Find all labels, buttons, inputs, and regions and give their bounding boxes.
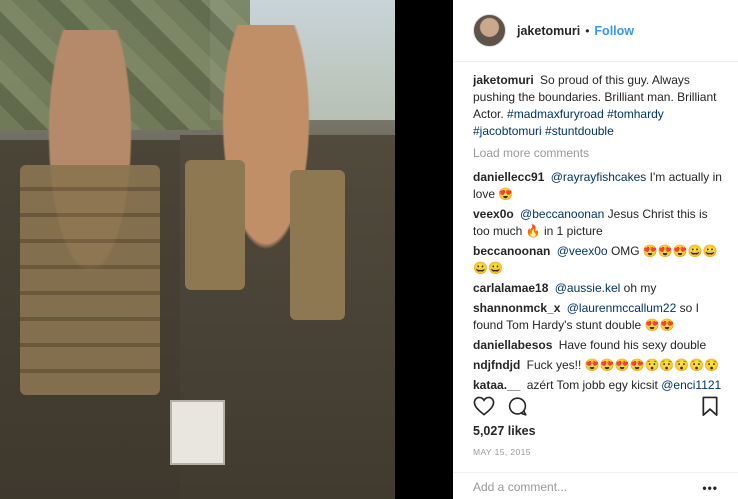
comment-item: daniellabesos Have found his sexy double — [473, 337, 723, 354]
comment-text: Fuck yes!! 😍😍😍😍😯😯😯😯😯 — [526, 358, 720, 372]
comment-item: beccanoonan @veex0o OMG 😍😍😍😀😀😀😀 — [473, 243, 723, 277]
post-date: MAY 15, 2015 — [473, 447, 531, 457]
comment-mention[interactable]: @veex0o — [557, 244, 608, 258]
comment-text: Have found his sexy double — [558, 338, 707, 352]
comment-item: veex0o @beccanoonan Jesus Christ this is… — [473, 206, 723, 240]
header-separator: • — [585, 23, 590, 38]
comment-item: carlalamae18 @aussie.kel oh my — [473, 280, 723, 297]
comment-username[interactable]: kataa.__ — [473, 378, 520, 392]
comment-icon[interactable] — [507, 396, 528, 422]
follow-button[interactable]: Follow — [594, 24, 634, 38]
photo-vest-right-a — [185, 160, 245, 290]
photo-vest-left — [20, 165, 160, 395]
add-comment-bar: ••• — [453, 472, 738, 499]
more-options-button[interactable]: ••• — [702, 481, 718, 495]
comment-mention[interactable]: @aussie.kel — [555, 281, 621, 295]
bookmark-icon[interactable] — [701, 396, 719, 422]
comment-username[interactable]: shannonmck_x — [473, 301, 560, 315]
photo-sign — [170, 400, 225, 465]
comment-username[interactable]: carlalamae18 — [473, 281, 548, 295]
comment-username[interactable]: veex0o — [473, 207, 514, 221]
add-comment-input[interactable] — [473, 480, 693, 494]
comment-username[interactable]: daniellabesos — [473, 338, 552, 352]
likes-count[interactable]: 5,027 likes — [473, 424, 536, 438]
comment-item: shannonmck_x @laurenmccallum22 so I foun… — [473, 300, 723, 334]
comment-mention[interactable]: @beccanoonan — [520, 207, 604, 221]
post-actions — [473, 394, 723, 420]
comment-username[interactable]: beccanoonan — [473, 244, 550, 258]
comment-username[interactable]: daniellecc91 — [473, 170, 544, 184]
comment-mention[interactable]: @rayrayfishcakes — [551, 170, 647, 184]
post-side-panel: jaketomuri • Follow jaketomuri So proud … — [453, 0, 738, 499]
avatar[interactable] — [473, 14, 506, 47]
photo-vest-right-b — [290, 170, 345, 320]
load-more-comments-button[interactable]: Load more comments — [473, 145, 723, 161]
post-photo[interactable] — [0, 0, 395, 499]
comment-text: oh my — [623, 281, 657, 295]
comment-item: daniellecc91 @rayrayfishcakes I'm actual… — [473, 169, 723, 203]
caption: jaketomuri So proud of this guy. Always … — [473, 72, 723, 140]
comment-item: kataa.__ azért Tom jobb egy kicsit @enci… — [473, 377, 723, 392]
heart-icon[interactable] — [473, 396, 495, 421]
comments-list[interactable]: jaketomuri So proud of this guy. Always … — [473, 72, 723, 392]
comment-username[interactable]: ndjfndjd — [473, 358, 520, 372]
comment-mention[interactable]: @enci1121 — [661, 378, 721, 392]
header-username[interactable]: jaketomuri — [517, 24, 580, 38]
comment-item: ndjfndjd Fuck yes!! 😍😍😍😍😯😯😯😯😯 — [473, 357, 723, 374]
post-header: jaketomuri • Follow — [453, 0, 738, 62]
comment-mention[interactable]: @laurenmccallum22 — [567, 301, 677, 315]
caption-username[interactable]: jaketomuri — [473, 73, 534, 87]
comment-text: azért Tom jobb egy kicsit — [526, 378, 658, 392]
